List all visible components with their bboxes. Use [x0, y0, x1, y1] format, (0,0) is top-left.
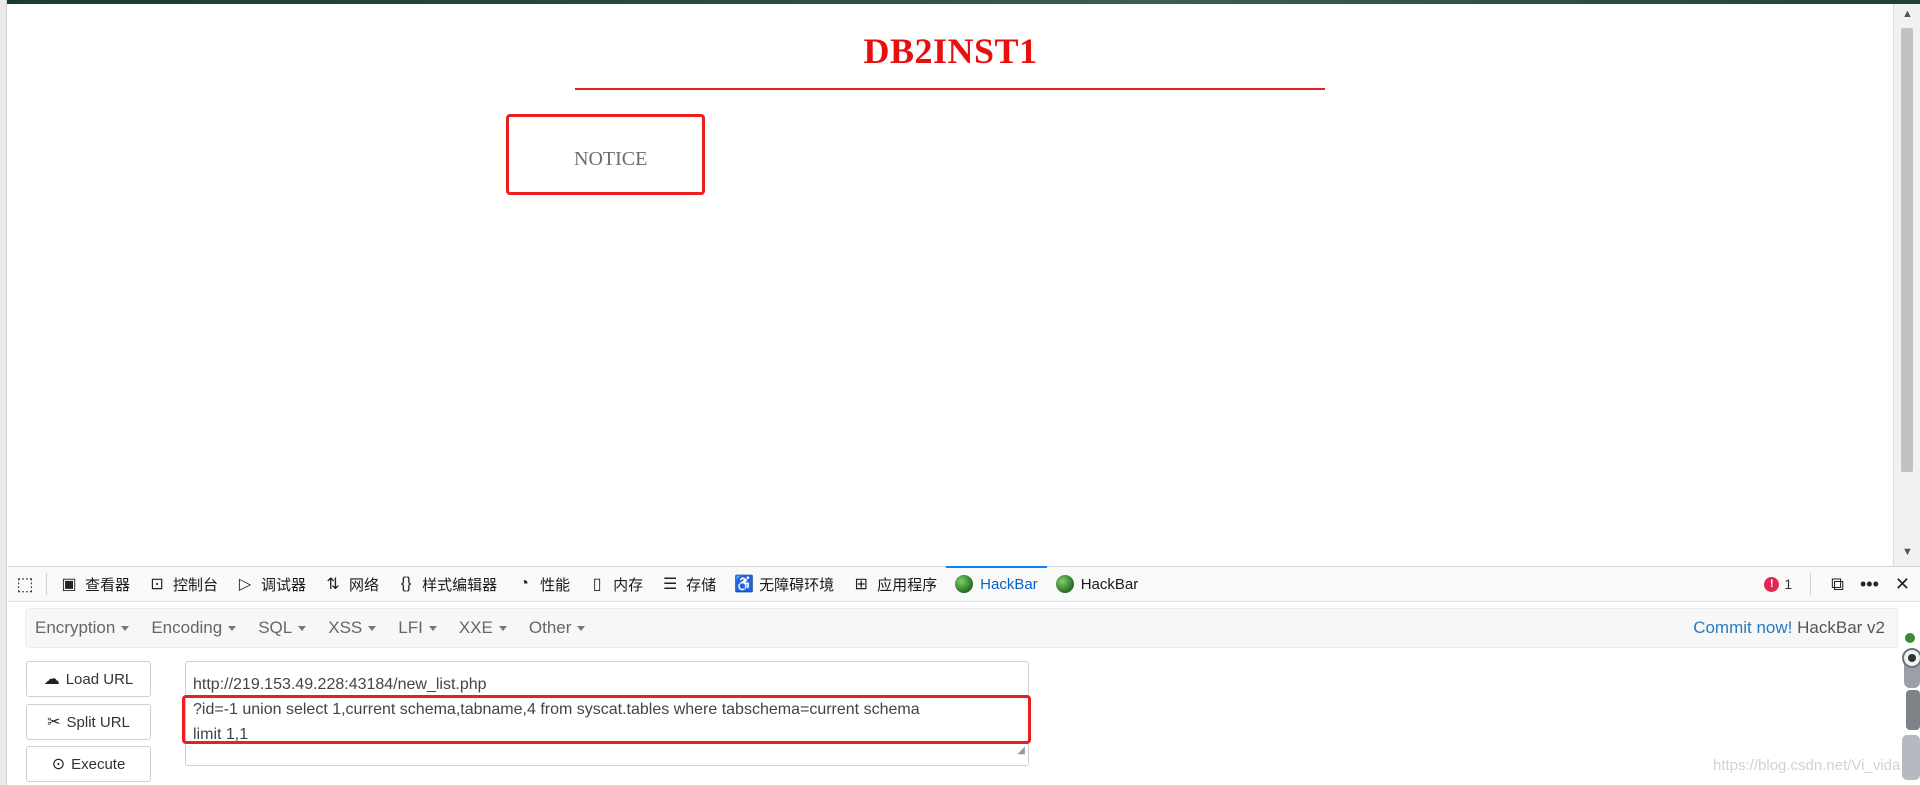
button-label: Split URL — [66, 713, 130, 731]
menu-label: XSS — [328, 618, 363, 637]
menu-label: Encryption — [35, 618, 116, 637]
page-title: DB2INST1 — [863, 31, 1038, 71]
network-icon: ⇅ — [326, 576, 340, 593]
close-icon[interactable]: ✕ — [1895, 574, 1910, 595]
caret-down-icon — [228, 626, 237, 632]
tab-inspector[interactable]: ▣ 查看器 — [51, 566, 139, 602]
button-label: Execute — [71, 755, 126, 773]
toolbar-divider — [46, 573, 47, 595]
hackbar-commit-area: Commit now! HackBar v2 — [1693, 618, 1897, 638]
scissors-icon: ✂ — [47, 714, 61, 731]
tab-label: 调试器 — [261, 576, 307, 594]
style-editor-icon: {} — [400, 575, 412, 592]
menu-label: LFI — [398, 618, 423, 637]
window-left-edge — [0, 0, 7, 785]
menu-other[interactable]: Other — [520, 618, 599, 638]
tab-label: 性能 — [540, 576, 571, 594]
menu-label: XXE — [458, 618, 493, 637]
tab-storage[interactable]: ☰ 存储 — [652, 566, 725, 602]
tab-label: 无障碍环境 — [759, 576, 835, 594]
scroll-thumb[interactable] — [1901, 28, 1913, 472]
inspector-icon: ▣ — [61, 576, 77, 593]
more-options-icon[interactable]: ••• — [1860, 574, 1879, 595]
error-icon: ! — [1764, 576, 1780, 592]
button-label: Load URL — [65, 670, 134, 688]
tab-hackbar[interactable]: HackBar — [1047, 566, 1148, 602]
accessibility-icon: ♿ — [734, 576, 755, 593]
tab-label: 控制台 — [173, 576, 219, 594]
split-url-button[interactable]: ✂ Split URL — [26, 704, 151, 740]
console-icon: ⊡ — [150, 576, 164, 593]
tab-hackbar-active[interactable]: HackBar — [946, 566, 1047, 602]
tab-label: HackBar — [980, 575, 1038, 593]
menu-encryption[interactable]: Encryption — [26, 618, 142, 638]
menu-label: Other — [528, 618, 572, 637]
error-count-badge[interactable]: ! 1 — [1764, 576, 1792, 592]
hackbar-icon — [1055, 575, 1074, 593]
caret-down-icon — [368, 626, 377, 632]
query-highlight-box — [182, 695, 1031, 744]
notice-link[interactable]: NOTICE — [574, 148, 647, 171]
storage-icon: ☰ — [662, 576, 678, 593]
commit-now-link[interactable]: Commit now! — [1693, 618, 1792, 637]
menu-label: SQL — [258, 618, 293, 637]
tab-console[interactable]: ⊡ 控制台 — [139, 566, 227, 602]
caret-down-icon — [121, 626, 130, 632]
tab-label: HackBar — [1080, 575, 1139, 593]
menu-label: Encoding — [151, 618, 223, 637]
tab-application[interactable]: ⊞ 应用程序 — [843, 566, 946, 602]
scroll-up-arrow-icon[interactable]: ▲ — [1902, 8, 1913, 20]
error-count: 1 — [1784, 576, 1793, 592]
tab-performance[interactable]: ◔ 性能 — [506, 566, 579, 602]
hackbar-icon — [955, 575, 974, 593]
debugger-icon: ▷ — [238, 576, 252, 593]
tab-style-editor[interactable]: {} 样式编辑器 — [388, 566, 506, 602]
caret-down-icon — [298, 626, 307, 632]
menu-lfi[interactable]: LFI — [389, 618, 450, 638]
tab-accessibility[interactable]: ♿ 无障碍环境 — [725, 566, 843, 602]
execute-button[interactable]: ⊙ Execute — [26, 746, 151, 782]
caret-down-icon — [498, 626, 507, 632]
caret-down-icon — [577, 626, 586, 632]
menu-xxe[interactable]: XXE — [450, 618, 520, 638]
tab-debugger[interactable]: ▷ 调试器 — [227, 566, 315, 602]
tab-label: 查看器 — [85, 576, 131, 594]
memory-icon: ▯ — [592, 576, 602, 593]
toolbar-divider — [1810, 573, 1812, 595]
performance-icon: ◔ — [519, 575, 529, 592]
menu-xss[interactable]: XSS — [319, 618, 389, 638]
tab-label: 样式编辑器 — [422, 576, 498, 594]
title-underline — [575, 88, 1325, 90]
devtools-toolbar: ⬚ ▣ 查看器 ⊡ 控制台 ▷ 调试器 ⇅ 网络 {} 样式编辑器 ◔ 性能 ▯… — [8, 566, 1920, 602]
tab-label: 存储 — [686, 576, 717, 594]
devtools-right-controls: ! 1 ⧉ ••• ✕ — [1764, 566, 1920, 602]
tab-network[interactable]: ⇅ 网络 — [315, 566, 388, 602]
load-url-button[interactable]: ☁ Load URL — [26, 661, 151, 697]
hackbar-menu-bar: Encryption Encoding SQL XSS LFI XXE Othe… — [25, 608, 1898, 648]
play-circle-icon: ⊙ — [51, 756, 66, 773]
caret-down-icon — [428, 626, 437, 632]
cloud-download-icon: ☁ — [43, 671, 60, 688]
dock-toggle-icon[interactable]: ⧉ — [1831, 574, 1844, 595]
tab-label: 内存 — [613, 576, 644, 594]
url-line: http://219.153.49.228:43184/new_list.php — [193, 676, 487, 693]
menu-encoding[interactable]: Encoding — [142, 618, 249, 638]
scroll-down-arrow-icon[interactable]: ▼ — [1902, 546, 1913, 558]
web-page: DB2INST1 NOTICE — [8, 4, 1893, 566]
tab-memory[interactable]: ▯ 内存 — [579, 566, 652, 602]
tab-label: 网络 — [349, 576, 380, 594]
tab-label: 应用程序 — [877, 576, 938, 594]
menu-sql[interactable]: SQL — [249, 618, 319, 638]
page-scrollbar[interactable]: ▲ ▼ — [1893, 4, 1920, 566]
element-picker-icon[interactable]: ⬚ — [8, 566, 42, 602]
watermark: https://blog.csdn.net/Vi_vida — [1713, 757, 1901, 774]
application-icon: ⊞ — [854, 576, 868, 593]
hackbar-panel: Encryption Encoding SQL XSS LFI XXE Othe… — [8, 602, 1920, 785]
hackbar-version: HackBar v2 — [1797, 618, 1885, 637]
